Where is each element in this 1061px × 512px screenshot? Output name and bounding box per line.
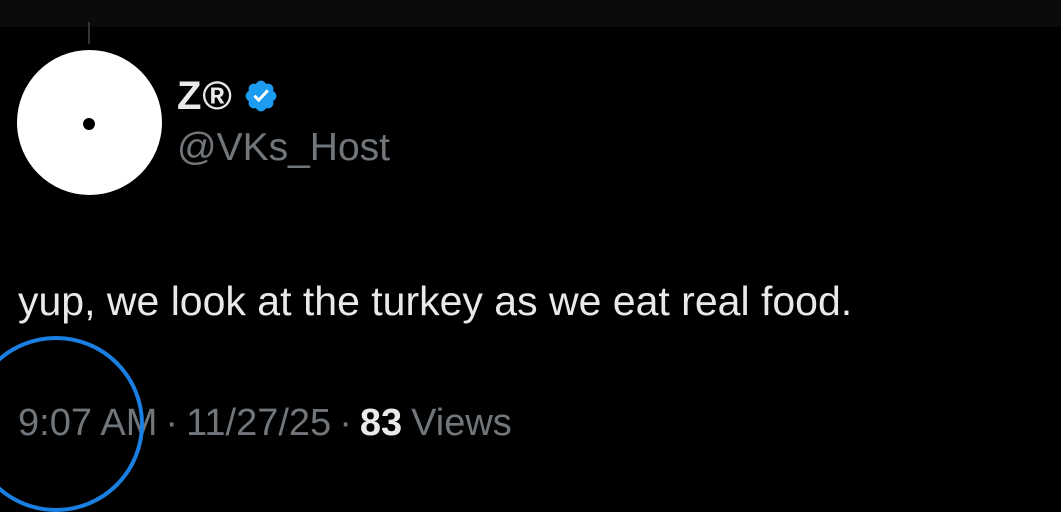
tweet-date[interactable]: 11/27/25 [186, 402, 331, 445]
meta-separator: · [339, 402, 352, 444]
tweet-time[interactable]: 9:07 AM [18, 402, 157, 445]
top-strip [0, 0, 1061, 27]
tweet-meta-row: 9:07 AM · 11/27/25 · 83 Views [18, 402, 512, 445]
verified-badge-icon[interactable] [243, 78, 279, 114]
thread-connector-line [88, 22, 90, 44]
views-count[interactable]: 83 [360, 402, 402, 445]
tweet-text: yup, we look at the turkey as we eat rea… [18, 278, 853, 324]
author-name-row: Z® [177, 72, 279, 120]
display-name[interactable]: Z® [177, 74, 233, 119]
author-handle[interactable]: @VKs_Host [177, 126, 390, 170]
avatar-dot-icon [83, 118, 95, 130]
meta-separator: · [165, 402, 179, 444]
avatar[interactable] [17, 50, 162, 195]
views-label[interactable]: Views [411, 402, 512, 445]
